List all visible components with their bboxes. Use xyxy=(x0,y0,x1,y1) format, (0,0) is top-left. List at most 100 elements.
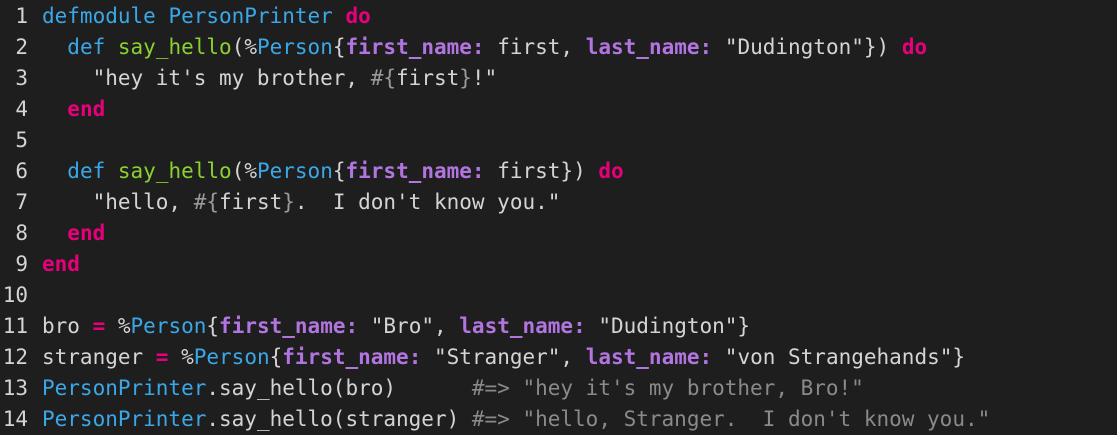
line-number: 7 xyxy=(15,190,28,214)
code-token-interp: #{ xyxy=(370,66,397,90)
code-token-key: last_name: xyxy=(585,345,713,369)
code-token-default xyxy=(333,4,346,28)
code-token-keyword: do xyxy=(598,159,624,183)
line-number: 12 xyxy=(2,345,28,369)
code-text[interactable]: defmodule PersonPrinter do xyxy=(42,1,371,32)
line-number: 14 xyxy=(2,407,28,431)
code-token-function: say_hello xyxy=(117,159,232,183)
code-token-keyword: = xyxy=(92,314,106,338)
code-editor[interactable]: 1 defmodule PersonPrinter do 2 def say_hel… xyxy=(0,0,1117,434)
code-token-module: PersonPrinter xyxy=(42,407,207,431)
code-token-interp: #{ xyxy=(193,190,220,214)
code-token-default: { xyxy=(269,345,283,369)
line-number: 3 xyxy=(15,66,28,90)
code-line[interactable]: 14 PersonPrinter.say_hello(stranger) #=> … xyxy=(0,404,1117,435)
code-line[interactable]: 13 PersonPrinter.say_hello(bro) #=> "hey … xyxy=(0,373,1117,404)
code-line[interactable]: 3 "hey it's my brother, #{first}!" xyxy=(0,63,1117,94)
code-line[interactable]: 1 defmodule PersonPrinter do xyxy=(0,1,1117,32)
code-token-default: { xyxy=(332,159,346,183)
code-token-default: first xyxy=(396,66,460,90)
code-token-default xyxy=(42,97,67,121)
line-number: 2 xyxy=(15,35,28,59)
code-line[interactable]: 12 stranger = %Person{first_name: "Strang… xyxy=(0,342,1117,373)
code-token-default: .say_hello(bro) xyxy=(206,376,472,400)
code-token-default: { xyxy=(206,314,220,338)
code-token-default xyxy=(42,221,67,245)
code-token-key: first_name: xyxy=(345,35,485,59)
code-token-default xyxy=(105,159,118,183)
code-token-default: (% xyxy=(231,35,257,59)
line-number: 8 xyxy=(15,221,28,245)
code-token-key: last_name: xyxy=(459,314,586,338)
code-line[interactable]: 2 def say_hello(%Person{first_name: firs… xyxy=(0,32,1117,63)
code-token-function: say_hello xyxy=(117,35,232,59)
code-text[interactable]: end xyxy=(42,94,105,125)
code-token-default: % xyxy=(168,345,194,369)
code-text[interactable]: end xyxy=(42,249,80,280)
code-line[interactable]: 9 end xyxy=(0,249,1117,280)
code-text[interactable]: PersonPrinter.say_hello(stranger) #=> "h… xyxy=(42,404,990,435)
code-token-default: "Bro", xyxy=(358,314,460,338)
code-line[interactable]: 4 end xyxy=(0,94,1117,125)
code-token-keyword: = xyxy=(155,345,169,369)
line-number: 5 xyxy=(15,128,28,152)
code-token-key: first_name: xyxy=(219,314,359,338)
code-line[interactable]: 8 end xyxy=(0,218,1117,249)
code-token-default xyxy=(42,35,67,59)
code-token-key: first_name: xyxy=(282,345,422,369)
code-token-default xyxy=(156,4,169,28)
code-token-default: "hey it's my brother, xyxy=(42,66,371,90)
code-text[interactable]: stranger = %Person{first_name: "Stranger… xyxy=(42,342,965,373)
code-token-default: "hello, xyxy=(42,190,194,214)
code-token-default: (% xyxy=(231,159,257,183)
code-line[interactable]: 11 bro = %Person{first_name: "Bro", last_… xyxy=(0,311,1117,342)
code-token-default: stranger xyxy=(42,345,156,369)
code-token-default: first xyxy=(219,190,283,214)
code-token-default: bro xyxy=(42,314,93,338)
code-token-interp: } xyxy=(282,190,295,214)
code-token-default: first, xyxy=(484,35,586,59)
code-token-module: Person xyxy=(256,35,333,59)
code-token-comment: #=> "hello, Stranger. I don't know you." xyxy=(471,407,991,431)
code-token-default xyxy=(42,159,67,183)
code-token-default: . I don't know you." xyxy=(294,190,561,214)
code-text[interactable]: bro = %Person{first_name: "Bro", last_na… xyxy=(42,311,750,342)
code-text[interactable]: "hello, #{first}. I don't know you." xyxy=(42,187,561,218)
code-token-comment: #=> "hey it's my brother, Bro!" xyxy=(471,376,864,400)
code-text[interactable]: end xyxy=(42,218,105,249)
code-token-module: PersonPrinter xyxy=(168,4,333,28)
code-token-default: "von Strangehands"} xyxy=(712,345,966,369)
code-token-key: first_name: xyxy=(345,159,485,183)
line-number: 4 xyxy=(15,97,28,121)
code-token-interp: } xyxy=(459,66,472,90)
code-text[interactable]: "hey it's my brother, #{first}!" xyxy=(42,63,498,94)
code-token-keyword: end xyxy=(42,252,80,276)
code-token-module: PersonPrinter xyxy=(42,376,207,400)
code-text[interactable]: def say_hello(%Person{first_name: first,… xyxy=(42,32,927,63)
line-number: 13 xyxy=(2,376,28,400)
code-token-default: .say_hello(stranger) xyxy=(206,407,472,431)
line-number: 1 xyxy=(15,4,28,28)
code-text[interactable]: PersonPrinter.say_hello(bro) #=> "hey it… xyxy=(42,373,864,404)
code-token-module: def xyxy=(67,35,106,59)
code-token-module: defmodule xyxy=(42,4,156,28)
code-token-keyword: end xyxy=(67,97,106,121)
code-token-key: last_name: xyxy=(585,35,713,59)
code-line[interactable]: 6 def say_hello(%Person{first_name: firs… xyxy=(0,156,1117,187)
code-token-keyword: do xyxy=(901,35,928,59)
code-token-default: "Dudington"} xyxy=(585,314,751,338)
code-token-keyword: end xyxy=(67,221,106,245)
code-token-keyword: do xyxy=(345,4,371,28)
code-token-module: def xyxy=(67,159,106,183)
line-number: 10 xyxy=(2,283,28,307)
code-line[interactable]: 7 "hello, #{first}. I don't know you." xyxy=(0,187,1117,218)
code-token-module: Person xyxy=(256,159,333,183)
code-token-module: Person xyxy=(193,345,270,369)
code-text[interactable]: def say_hello(%Person{first_name: first}… xyxy=(42,156,624,187)
code-token-default: % xyxy=(105,314,131,338)
code-line[interactable]: 5 xyxy=(0,125,1117,156)
code-token-default: { xyxy=(332,35,346,59)
code-line[interactable]: 10 xyxy=(0,280,1117,311)
line-number: 11 xyxy=(2,314,28,338)
code-token-default xyxy=(105,35,118,59)
